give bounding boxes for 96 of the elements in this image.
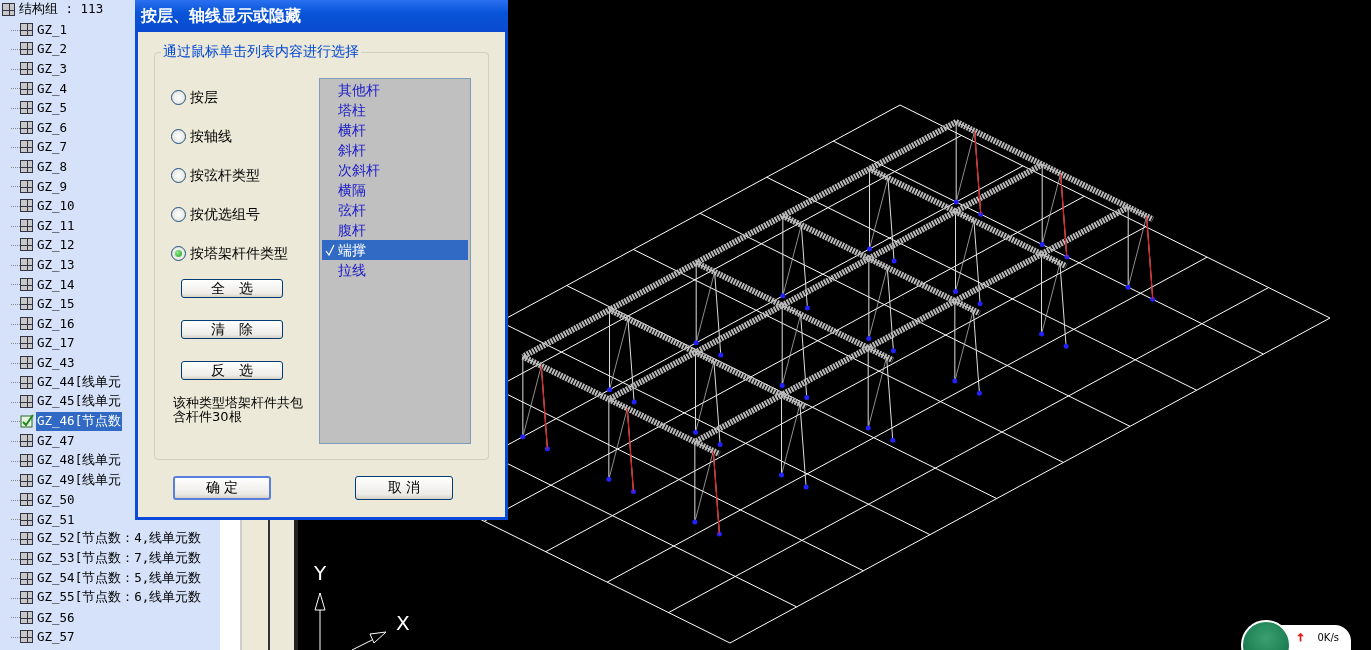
tree-item[interactable]: GZ_2 — [36, 40, 69, 58]
grid-icon — [20, 258, 33, 271]
grid-icon — [20, 493, 33, 507]
tree-item[interactable]: GZ_53[节点数：7,线单元数 — [36, 548, 203, 568]
grid-icon — [20, 42, 33, 56]
tree-item[interactable]: GZ_54[节点数：5,线单元数 — [36, 568, 203, 588]
grid-icon — [20, 81, 33, 95]
grid-icon — [20, 532, 33, 546]
grid-icon — [20, 101, 33, 115]
radio-option[interactable]: 按轴线 — [171, 117, 319, 156]
dialog-title: 按层、轴线显示或隐藏 — [141, 5, 301, 27]
grid-icon — [2, 3, 15, 17]
tree-item[interactable]: GZ_45[线单元 — [36, 392, 123, 412]
list-item[interactable]: 弦杆 — [322, 200, 468, 220]
tree-item[interactable]: GZ_55[节点数：6,线单元数 — [36, 588, 203, 608]
tree-item[interactable]: GZ_1 — [36, 20, 69, 38]
grid-icon — [20, 395, 33, 409]
list-item[interactable]: 拉线 — [322, 260, 468, 280]
grid-icon — [20, 297, 33, 311]
axis-label: X — [396, 611, 410, 635]
tree-item[interactable]: GZ_15 — [36, 295, 76, 313]
grid-icon — [20, 62, 33, 76]
list-item[interactable]: 横隔 — [322, 180, 468, 200]
tree-item[interactable]: GZ_10 — [36, 197, 76, 215]
up-arrow-icon — [1296, 632, 1304, 642]
group-label: 通过鼠标单击列表内容进行选择 — [161, 43, 361, 61]
radio-option[interactable]: 按弦杆类型 — [171, 156, 319, 195]
tree-item[interactable]: GZ_52[节点数：4,线单元数 — [36, 529, 203, 549]
tree-item[interactable]: GZ_49[线单元 — [36, 470, 123, 490]
tree-item[interactable]: GZ_12 — [36, 236, 76, 254]
check-icon — [325, 244, 335, 256]
list-item[interactable]: 斜杆 — [322, 140, 468, 160]
grid-icon — [20, 199, 33, 213]
list-item[interactable]: 其他杆 — [322, 80, 468, 100]
x-axis-arrow — [351, 631, 387, 650]
list-item[interactable]: 塔柱 — [322, 100, 468, 120]
grid-icon — [20, 630, 33, 644]
tree-item[interactable]: GZ_50 — [36, 491, 76, 509]
dialog-button[interactable]: 取 消 — [355, 476, 453, 500]
tree-item[interactable]: GZ_9 — [36, 177, 69, 195]
tree-item[interactable]: GZ_7 — [36, 138, 69, 156]
grid-icon — [20, 120, 33, 134]
list-item[interactable]: 端撑 — [322, 240, 468, 260]
check-edit-icon — [20, 414, 34, 429]
grid-icon — [20, 316, 33, 330]
tree-item[interactable]: GZ_46[节点数 — [36, 411, 123, 431]
dialog-button[interactable]: 确 定 — [173, 476, 271, 500]
list-item[interactable]: 腹杆 — [322, 220, 468, 240]
grid-icon — [20, 512, 33, 526]
list-item[interactable]: 次斜杆 — [322, 160, 468, 180]
grid-icon — [20, 591, 33, 605]
y-axis-arrow — [314, 592, 326, 650]
action-button[interactable]: 全 选 — [181, 279, 283, 298]
tree-item[interactable]: GZ_57 — [36, 628, 76, 646]
tree-item[interactable]: GZ_43 — [36, 354, 76, 371]
grid-icon — [20, 473, 33, 487]
grid-icon — [20, 238, 33, 252]
tree-item[interactable]: GZ_56 — [36, 608, 76, 626]
radio-option[interactable]: 按优选组号 — [171, 195, 319, 234]
grid-icon — [20, 610, 33, 624]
grid-icon — [20, 277, 33, 291]
grid-icon — [20, 551, 33, 565]
info-text: 该种类型塔架杆件共包含杆件30根 — [172, 396, 304, 424]
tree-item[interactable]: GZ_11 — [36, 216, 76, 234]
grid-icon — [20, 571, 33, 585]
tree-item[interactable]: GZ_14 — [36, 275, 76, 293]
action-button[interactable]: 反 选 — [181, 361, 283, 380]
tree-item[interactable]: GZ_17 — [36, 334, 76, 352]
grid-icon — [20, 375, 33, 389]
tree-item[interactable]: GZ_51 — [36, 510, 76, 528]
tree-item[interactable]: GZ_5 — [36, 99, 69, 117]
tree-item[interactable]: GZ_8 — [36, 158, 69, 176]
grid-icon — [20, 22, 33, 36]
grid-icon — [20, 336, 33, 350]
grid-icon — [20, 434, 33, 448]
action-button[interactable]: 清 除 — [181, 320, 283, 339]
grid-icon — [20, 160, 33, 174]
tree-item[interactable]: GZ_47 — [36, 432, 76, 450]
tree-item[interactable]: GZ_13 — [36, 256, 76, 273]
radio-option[interactable]: 按层 — [171, 78, 319, 117]
list-item[interactable]: 横杆 — [322, 120, 468, 140]
tree-item[interactable]: GZ_48[线单元 — [36, 450, 123, 470]
grid-icon — [20, 218, 33, 232]
tree-item[interactable]: GZ_6 — [36, 118, 69, 136]
grid-icon — [20, 140, 33, 154]
radio-option[interactable]: 按塔架杆件类型 — [171, 234, 319, 273]
tree-item[interactable]: GZ_4 — [36, 79, 69, 97]
tree-item[interactable]: GZ_44[线单元 — [36, 372, 123, 392]
tree-item[interactable]: GZ_16 — [36, 314, 76, 332]
axis-label: Y — [314, 561, 327, 585]
network-speed: 0K/s — [1317, 631, 1339, 643]
tree-item[interactable]: GZ_3 — [36, 60, 69, 78]
tree-header: 结构组 : 113 — [18, 0, 105, 19]
grid-icon — [20, 179, 33, 193]
grid-icon — [20, 356, 33, 369]
grid-icon — [20, 453, 33, 467]
